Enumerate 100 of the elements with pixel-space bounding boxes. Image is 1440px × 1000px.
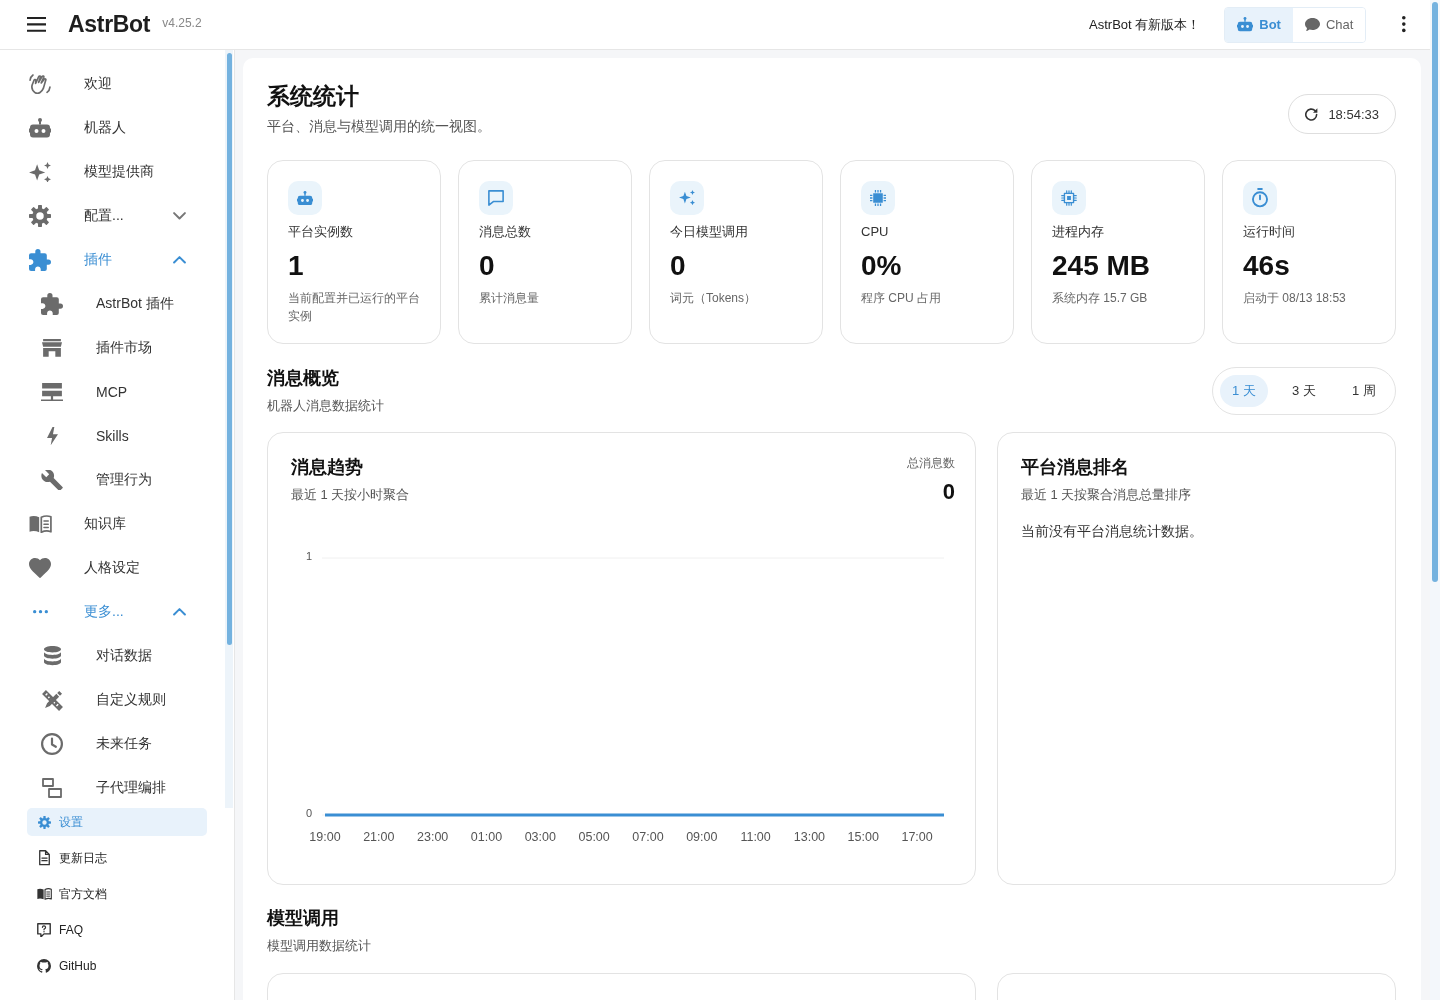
book-icon: [36, 887, 52, 901]
menu-icon: [27, 17, 46, 32]
nav-item[interactable]: 机器人: [0, 106, 225, 150]
x-tick-label: 07:00: [632, 830, 664, 844]
clock-icon: [41, 733, 63, 755]
y-tick-label: 0: [305, 807, 313, 819]
page-title: 系统统计: [267, 82, 360, 111]
gear-icon: [37, 815, 51, 829]
stat-caption: 词元（Tokens）: [670, 290, 758, 307]
robot-icon: [1237, 17, 1254, 32]
database-icon: [43, 646, 61, 666]
app-name: AstrBot: [68, 11, 151, 38]
stat-caption: 程序 CPU 占用: [861, 290, 942, 307]
range-tab[interactable]: 3 天: [1280, 374, 1328, 407]
x-tick-label: 23:00: [417, 830, 449, 844]
question-bubble-icon: [37, 922, 51, 938]
nav-subitem[interactable]: 插件市场: [0, 326, 225, 370]
stat-caption: 启动于 08/13 18:53: [1243, 290, 1347, 307]
nav-item[interactable]: 模型提供商: [0, 150, 225, 194]
card-subtitle: 最近 1 天按聚合消息总量排序: [1021, 486, 1193, 504]
lightning-icon: [46, 426, 58, 446]
nav-subitem[interactable]: 对话数据: [0, 634, 225, 678]
stat-value: 0: [670, 249, 687, 283]
stacked-windows-icon: [42, 778, 62, 798]
empty-message: 当前没有平台消息统计数据。: [1021, 522, 1204, 541]
stat-value: 46s: [1243, 249, 1291, 283]
nav-subitem[interactable]: 自定义规则: [0, 678, 225, 722]
sparkles-icon: [29, 161, 51, 183]
section-title: 模型调用: [267, 907, 340, 930]
x-tick-label: 19:00: [309, 830, 341, 844]
x-tick-label: 11:00: [740, 830, 771, 844]
wrench-icon: [41, 469, 63, 491]
nav-item[interactable]: 欢迎: [0, 62, 225, 106]
nav-subitem[interactable]: MCP: [0, 370, 225, 414]
stopwatch-icon: [1243, 181, 1277, 215]
app-version: v4.25.2: [162, 16, 202, 30]
store-icon: [42, 339, 62, 357]
scrollbar-thumb[interactable]: [1432, 2, 1438, 582]
robot-icon: [29, 118, 51, 138]
gear-icon: [29, 205, 51, 227]
nav-subitem[interactable]: Skills: [0, 414, 225, 458]
nav-item[interactable]: 知识库: [0, 502, 225, 546]
puzzle-icon: [29, 249, 51, 271]
card-title: 平台消息排名: [1021, 456, 1130, 479]
nav-item[interactable]: 配置...: [0, 194, 225, 238]
stat-label: 平台实例数: [288, 223, 354, 241]
hand-wave-icon: [29, 73, 51, 95]
chevron-up-icon: [173, 256, 186, 264]
footer-link[interactable]: FAQ: [27, 916, 207, 944]
x-tick-label: 21:00: [363, 830, 395, 844]
stat-value: 0: [479, 249, 496, 283]
x-tick-label: 13:00: [793, 830, 826, 844]
heart-icon: [29, 557, 51, 579]
update-notice[interactable]: AstrBot 有新版本！: [1089, 15, 1201, 34]
chip-icon: [1052, 181, 1086, 215]
puzzle-icon: [41, 293, 63, 315]
more-icon: [1402, 16, 1406, 33]
stat-value: 0%: [861, 249, 903, 283]
document-icon: [38, 850, 50, 866]
footer-link[interactable]: GitHub: [27, 952, 207, 980]
stat-label: 今日模型调用: [670, 223, 749, 241]
scrollbar-thumb[interactable]: [227, 53, 232, 645]
total-value: 0: [941, 478, 955, 506]
section-subtitle: 模型调用数据统计: [267, 937, 372, 955]
page-subtitle: 平台、消息与模型调用的统一视图。: [267, 118, 491, 136]
x-tick-label: 17:00: [901, 830, 933, 844]
nav-item[interactable]: 更多...: [0, 590, 225, 634]
refresh-button[interactable]: 18:54:33: [1288, 94, 1396, 134]
chip-icon: [861, 181, 895, 215]
github-icon: [37, 959, 51, 973]
nav-subitem[interactable]: 子代理编排: [0, 766, 225, 808]
x-tick-label: 09:00: [686, 830, 718, 844]
card-title: 消息趋势: [291, 456, 364, 479]
chevron-up-icon: [173, 608, 186, 616]
book-icon: [28, 514, 52, 534]
chevron-down-icon: [173, 212, 186, 220]
stat-label: 运行时间: [1243, 223, 1296, 241]
y-tick-label: 1: [305, 550, 313, 562]
menu-button[interactable]: [27, 17, 46, 32]
x-tick-label: 01:00: [470, 830, 503, 844]
stat-label: CPU: [861, 223, 890, 241]
range-tab[interactable]: 1 周: [1340, 374, 1388, 407]
footer-link[interactable]: 官方文档: [27, 880, 207, 908]
section-subtitle: 机器人消息数据统计: [267, 397, 384, 415]
stat-label: 进程内存: [1052, 223, 1105, 241]
nav-item[interactable]: 插件: [0, 238, 225, 282]
x-tick-label: 03:00: [524, 830, 556, 844]
nav-subitem[interactable]: AstrBot 插件: [0, 282, 225, 326]
server-icon: [41, 382, 63, 402]
card-subtitle: 最近 1 天按小时聚合: [291, 486, 410, 504]
dots-icon: [32, 610, 48, 614]
chat-bubble-icon: [1304, 17, 1320, 32]
section-title: 消息概览: [267, 367, 340, 390]
robot-icon: [288, 181, 322, 215]
nav-item[interactable]: 人格设定: [0, 546, 225, 590]
footer-link[interactable]: 更新日志: [27, 844, 207, 872]
nav-subitem[interactable]: 未来任务: [0, 722, 225, 766]
pencil-ruler-icon: [41, 689, 63, 711]
total-label: 总消息数: [907, 455, 955, 472]
nav-subitem[interactable]: 管理行为: [0, 458, 225, 502]
